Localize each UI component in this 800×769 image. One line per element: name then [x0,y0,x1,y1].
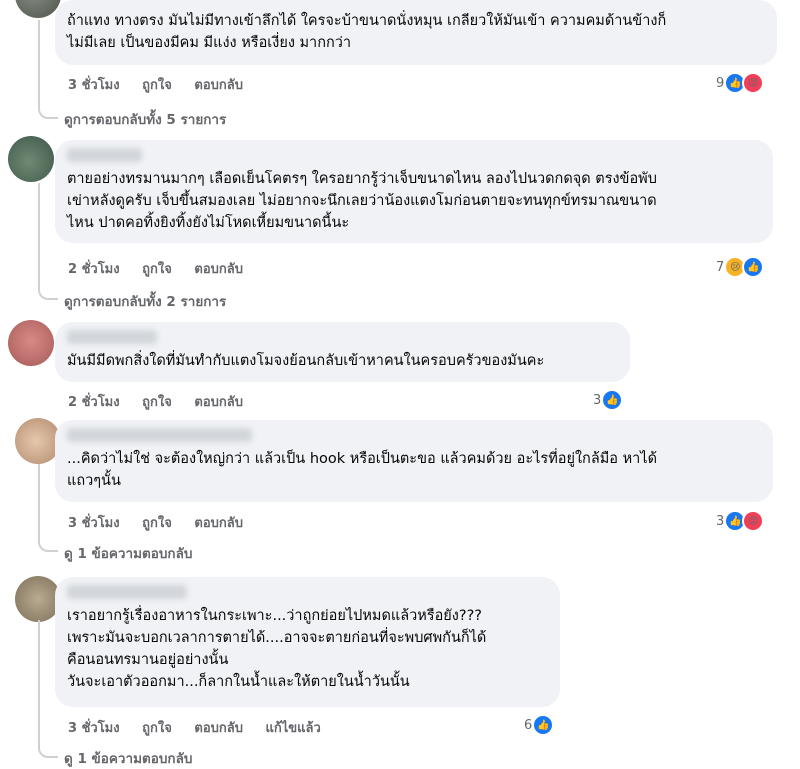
view-replies-link[interactable]: ดู 1 ข้อความตอบกลับ [64,542,192,564]
comment-bubble: มันมีมีดพกสิ่งใดที่มันทำกับแตงโมจงย้อนกล… [55,322,630,382]
reaction-count: 3 [716,513,725,529]
reaction-count: 7 [716,259,725,275]
comment-text: มันมีมีดพกสิ่งใดที่มันทำกับแตงโมจงย้อนกล… [67,353,545,369]
comment-actions: 3 ชั่วโมง ถูกใจ ตอบกลับ แก้ไขแล้ว [68,717,339,738]
timestamp: 2 ชั่วโมง [68,262,120,277]
timestamp: 3 ชั่วโมง [68,78,120,93]
comment-text: เราอยากรู้เรื่องอาหารในกระเพาะ...ว่าถูกย… [67,608,487,690]
timestamp: 3 ชั่วโมง [68,516,120,531]
edited-label: แก้ไขแล้ว [265,721,321,736]
author-name[interactable] [67,148,142,162]
reaction-summary[interactable]: 6 👍 [524,714,555,736]
comment-text: ถ้าแทง ทางตรง มันไม่มีทางเข้าลึกได้ ใครจ… [67,13,667,51]
comment-bubble: ถ้าแทง ทางตรง มันไม่มีทางเข้าลึกได้ ใครจ… [55,0,777,65]
author-name[interactable] [67,330,157,344]
reaction-count: 6 [524,717,533,733]
thread-line [38,620,58,758]
comment-actions: 3 ชั่วโมง ถูกใจ ตอบกลับ [68,512,261,533]
reaction-summary[interactable]: 3 👍 😡 [716,510,765,532]
avatar[interactable] [8,136,54,182]
angry-icon: 😡 [742,510,765,532]
reply-button[interactable]: ตอบกลับ [194,262,243,277]
comment-bubble: ...คิดว่าไม่ใช่ จะต้องใหญ่กว่า แล้วเป็น … [55,420,773,502]
comment-text: ตายอย่างทรมานมากๆ เลือดเย็นโคตรๆ ใครอยาก… [67,171,657,231]
thread-line [38,20,58,119]
like-button[interactable]: ถูกใจ [142,721,172,736]
author-name[interactable] [67,428,252,442]
comment-text: ...คิดว่าไม่ใช่ จะต้องใหญ่กว่า แล้วเป็น … [67,451,657,489]
angry-icon: 😡 [742,72,765,94]
reply-button[interactable]: ตอบกลับ [194,721,243,736]
like-button[interactable]: ถูกใจ [142,262,172,277]
like-icon: 👍 [601,389,624,411]
reply-button[interactable]: ตอบกลับ [194,516,243,531]
reaction-summary[interactable]: 9 👍 😡 [716,72,765,94]
like-button[interactable]: ถูกใจ [142,78,172,93]
like-button[interactable]: ถูกใจ [142,395,172,410]
view-replies-link[interactable]: ดู 1 ข้อความตอบกลับ [64,747,192,769]
like-button[interactable]: ถูกใจ [142,516,172,531]
author-name[interactable] [67,585,187,599]
reaction-summary[interactable]: 3 👍 [593,389,624,411]
comment-actions: 2 ชั่วโมง ถูกใจ ตอบกลับ [68,391,261,412]
comment-bubble: ตายอย่างทรมานมากๆ เลือดเย็นโคตรๆ ใครอยาก… [55,140,773,243]
view-replies-link[interactable]: ดูการตอบกลับทั้ง 5 รายการ [64,108,226,130]
comment-actions: 3 ชั่วโมง ถูกใจ ตอบกลับ [68,74,261,95]
thread-line [38,464,58,552]
like-icon: 👍 [532,714,555,736]
avatar[interactable] [8,320,54,366]
reaction-count: 3 [593,392,602,408]
reply-button[interactable]: ตอบกลับ [194,395,243,410]
comment-actions: 2 ชั่วโมง ถูกใจ ตอบกลับ [68,258,261,279]
timestamp: 3 ชั่วโมง [68,721,120,736]
like-icon: 👍 [742,256,765,278]
comment-bubble: เราอยากรู้เรื่องอาหารในกระเพาะ...ว่าถูกย… [55,577,560,707]
reaction-summary[interactable]: 7 😢 👍 [716,256,765,278]
thread-line [38,183,58,300]
reply-button[interactable]: ตอบกลับ [194,78,243,93]
timestamp: 2 ชั่วโมง [68,395,120,410]
view-replies-link[interactable]: ดูการตอบกลับทั้ง 2 รายการ [64,290,226,312]
reaction-count: 9 [716,75,725,91]
